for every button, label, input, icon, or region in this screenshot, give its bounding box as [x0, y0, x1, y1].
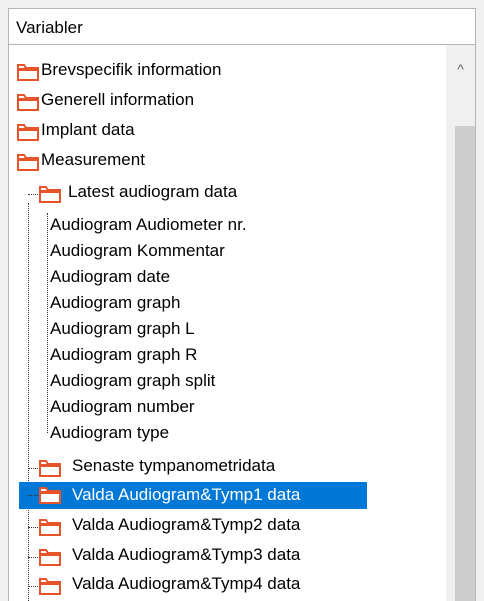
tree-guide-line [28, 203, 29, 601]
tree-node-measurement[interactable]: Measurement [17, 149, 437, 176]
folder-icon [17, 153, 39, 171]
tree-leaf-label: Audiogram type [50, 423, 170, 442]
tree-leaf[interactable]: Audiogram graph R [47, 344, 437, 371]
tree-node-label: Generell information [41, 90, 195, 109]
tree-leaf[interactable]: Audiogram type [47, 422, 437, 449]
tree-node-label: Senaste tympanometridata [72, 456, 276, 475]
window-frame [0, 0, 8, 601]
tree-node-label: Implant data [41, 120, 135, 139]
tree-node-generell[interactable]: Generell information [17, 89, 437, 116]
tree-branch [28, 468, 38, 469]
tree-node-label: Latest audiogram data [68, 182, 238, 201]
tree-leaf[interactable]: Audiogram graph split [47, 370, 437, 397]
tree-node-tymp3[interactable]: Valda Audiogram&Tymp3 data [39, 544, 439, 571]
tree-leaf-label: Audiogram graph R [50, 345, 198, 364]
folder-icon [39, 185, 61, 203]
tree-branch [28, 194, 38, 195]
tree-node-label: Brevspecifik information [41, 60, 222, 79]
folder-icon [39, 459, 61, 477]
tree-node-label: Valda Audiogram&Tymp4 data [72, 574, 301, 593]
tree-leaf-label: Audiogram date [50, 267, 171, 286]
folder-icon [17, 63, 39, 81]
tree-branch [28, 557, 38, 558]
folder-icon [39, 577, 61, 595]
folder-icon [17, 93, 39, 111]
column-header[interactable]: Variabler [8, 8, 476, 45]
folder-icon [39, 518, 61, 536]
tree-leaf[interactable]: Audiogram graph L [47, 318, 437, 345]
tree-branch [28, 527, 38, 528]
tree-branch [28, 586, 38, 587]
tree-node-tymp2[interactable]: Valda Audiogram&Tymp2 data [39, 514, 439, 541]
scroll-up-arrow-icon[interactable]: ^ [446, 54, 475, 84]
tree-node-label: Measurement [41, 150, 145, 169]
tree-node-tymp1[interactable]: Valda Audiogram&Tymp1 data [39, 482, 369, 509]
scroll-thumb[interactable] [455, 126, 475, 601]
tree-node-tymp4[interactable]: Valda Audiogram&Tymp4 data [39, 573, 439, 600]
tree-node-label: Valda Audiogram&Tymp3 data [72, 545, 301, 564]
variable-tree[interactable]: Brevspecifik information Generell inform… [8, 45, 476, 601]
folder-icon [39, 486, 61, 504]
column-header-label: Variabler [16, 18, 83, 37]
tree-node-implant[interactable]: Implant data [17, 119, 437, 146]
tree-leaf-label: Audiogram graph [50, 293, 181, 312]
vertical-scrollbar[interactable]: ^ [446, 45, 475, 601]
tree-node-label: Valda Audiogram&Tymp2 data [72, 515, 301, 534]
tree-leaf-label: Audiogram graph L [50, 319, 195, 338]
tree-node-tympanometri[interactable]: Senaste tympanometridata [39, 455, 439, 482]
tree-node-latest-audiogram[interactable]: Latest audiogram data [39, 181, 439, 208]
tree-leaf[interactable]: Audiogram graph [47, 292, 437, 319]
tree-branch [28, 495, 38, 496]
tree-leaf-label: Audiogram Audiometer nr. [50, 215, 247, 234]
tree-node-brevspecifik[interactable]: Brevspecifik information [17, 59, 437, 86]
folder-icon [39, 548, 61, 566]
tree-leaf-label: Audiogram number [50, 397, 195, 416]
tree-leaf[interactable]: Audiogram Kommentar [47, 240, 437, 267]
tree-leaf[interactable]: Audiogram Audiometer nr. [47, 214, 437, 241]
tree-leaf[interactable]: Audiogram number [47, 396, 437, 423]
tree-leaf-label: Audiogram Kommentar [50, 241, 225, 260]
tree-leaf[interactable]: Audiogram date [47, 266, 437, 293]
tree-node-label: Valda Audiogram&Tymp1 data [72, 485, 301, 504]
folder-icon [17, 123, 39, 141]
tree-leaf-label: Audiogram graph split [50, 371, 216, 390]
